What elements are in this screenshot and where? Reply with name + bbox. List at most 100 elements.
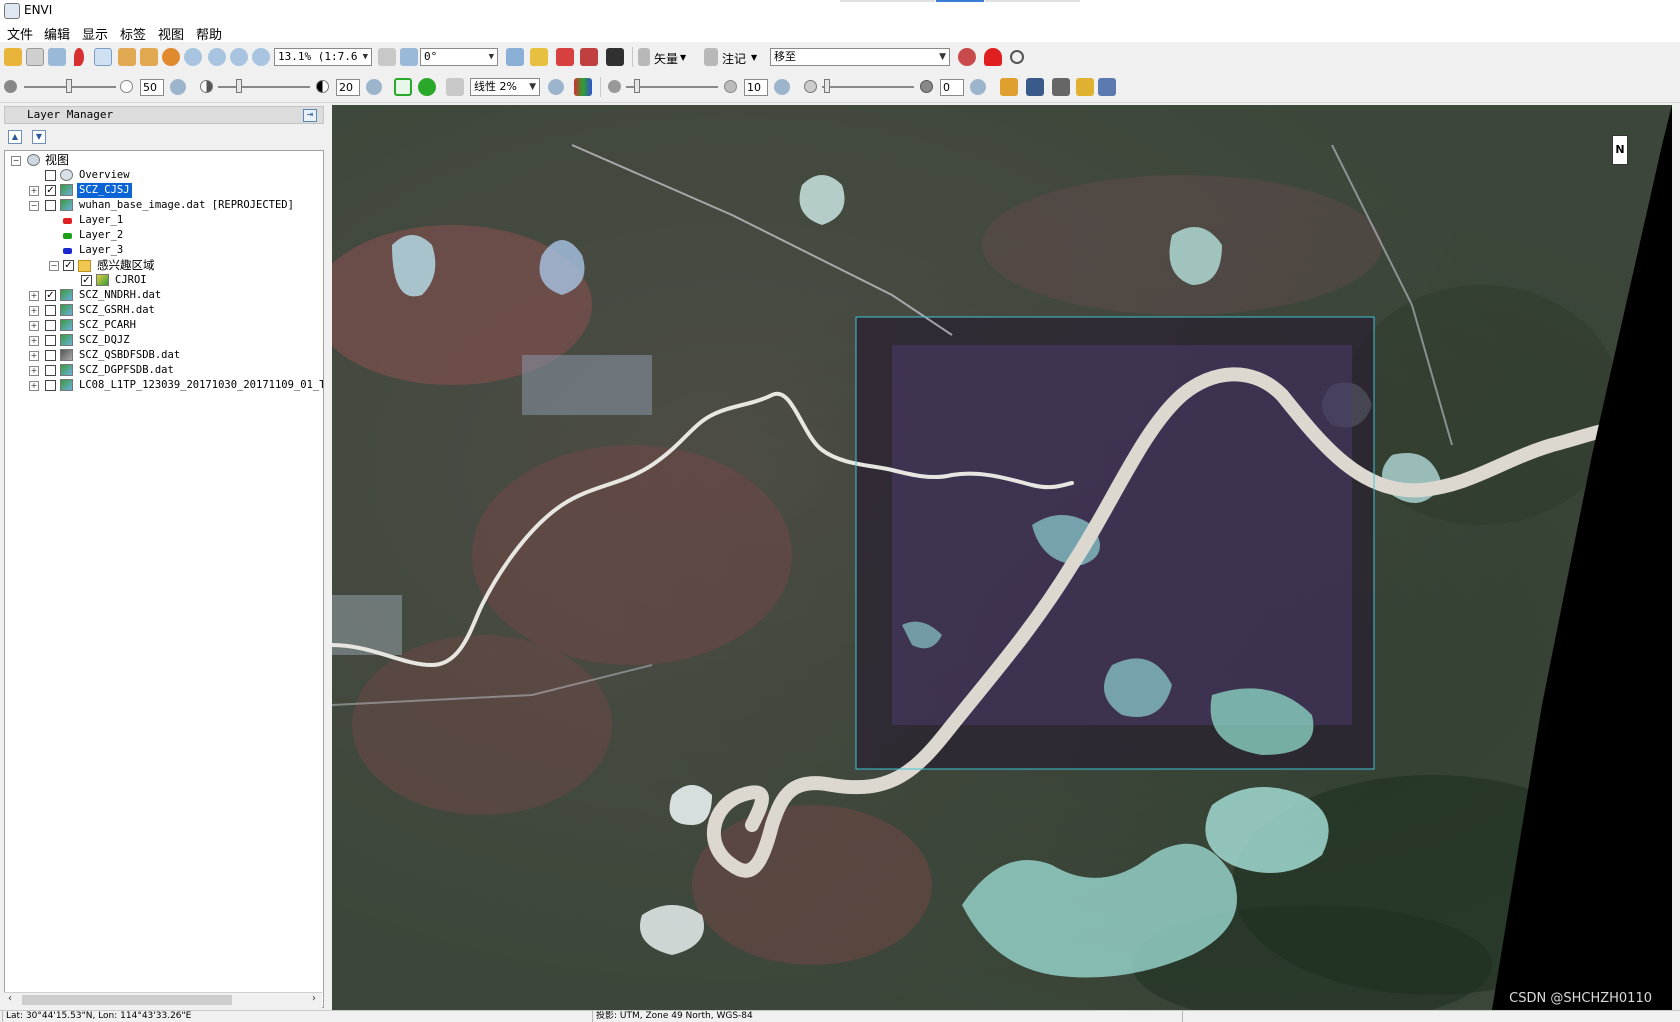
band-item-layer-1[interactable]: Layer_1 — [5, 213, 323, 228]
expand-icon[interactable]: + — [29, 291, 39, 301]
contrast-reset-icon[interactable] — [366, 79, 382, 95]
crop-icon[interactable] — [48, 48, 66, 66]
scz-cjsj-checkbox[interactable]: ✓ — [45, 185, 56, 196]
menu-view[interactable]: 视图 — [158, 24, 184, 43]
layer-item-scz-dgpfsdb[interactable]: + SCZ_DGPFSDB.dat — [5, 363, 323, 378]
display-layout-icon[interactable] — [1052, 78, 1070, 96]
rotate-view-icon[interactable] — [400, 48, 418, 66]
rotation-combo[interactable]: 0° ▼ — [420, 48, 498, 66]
annotation-dropdown-arrow[interactable]: ▼ — [751, 53, 757, 62]
annotation-icon[interactable] — [704, 48, 718, 66]
scz-pcarh-checkbox[interactable] — [45, 320, 56, 331]
scz-dqjz-checkbox[interactable] — [45, 335, 56, 346]
cursor-value-icon[interactable] — [506, 48, 524, 66]
transparency-slider-thumb[interactable] — [824, 79, 830, 93]
zoom-in-icon[interactable] — [208, 48, 226, 66]
expand-icon[interactable]: + — [29, 321, 39, 331]
layer-item-roi-group[interactable]: − ✓ 感兴趣区域 — [5, 258, 323, 273]
brightness-reset-icon[interactable] — [170, 79, 186, 95]
goto-combo[interactable]: 移至 ▼ — [770, 48, 950, 66]
vector-menu-label[interactable]: 矢量 — [654, 50, 678, 67]
zoom-full-icon[interactable] — [252, 48, 270, 66]
move-layer-down-icon[interactable]: ▼ — [32, 130, 46, 144]
contrast-slider-thumb[interactable] — [236, 79, 242, 93]
overview-checkbox[interactable] — [45, 170, 56, 181]
sharpen-reset-icon[interactable] — [774, 79, 790, 95]
annotation-menu-label[interactable]: 注记 — [722, 50, 746, 67]
measure-icon[interactable] — [556, 48, 574, 66]
band-item-layer-3[interactable]: Layer_3 — [5, 243, 323, 258]
layer-item-overview[interactable]: Overview — [5, 168, 323, 183]
transparency-reset-icon[interactable] — [970, 79, 986, 95]
layer-item-cjroi[interactable]: ✓ CJROI — [5, 273, 323, 288]
pan-hand-icon[interactable] — [118, 48, 136, 66]
layer-item-scz-gsrh[interactable]: + SCZ_GSRH.dat — [5, 303, 323, 318]
zoom-icon[interactable] — [184, 48, 202, 66]
globe-icon[interactable] — [958, 48, 976, 66]
stretch-type-combo[interactable]: 线性 2% ▼ — [470, 78, 540, 96]
expand-icon[interactable]: + — [29, 351, 39, 361]
stretch-full-icon[interactable] — [418, 78, 436, 96]
stretch-view-icon[interactable] — [446, 78, 464, 96]
menu-display[interactable]: 显示 — [82, 24, 108, 43]
zoom-level-combo[interactable]: 13.1% (1:7.6 ▼ — [274, 48, 372, 66]
transparency-value-field[interactable]: 0 — [940, 79, 964, 96]
pin-panel-icon[interactable]: ⇥ — [303, 109, 317, 122]
collapse-icon[interactable]: − — [11, 156, 21, 166]
layer-item-scz-cjsj[interactable]: + ✓ SCZ_CJSJ — [5, 183, 323, 198]
expand-icon[interactable]: + — [29, 381, 39, 391]
zoom-out-icon[interactable] — [230, 48, 248, 66]
menu-edit[interactable]: 编辑 — [44, 24, 70, 43]
expand-icon[interactable]: + — [29, 186, 39, 196]
scroll-left-icon[interactable]: ‹ — [8, 993, 12, 1004]
portal-icon[interactable] — [1098, 78, 1116, 96]
map-view[interactable]: N CSDN @SHCHZH0110 — [332, 105, 1672, 1010]
scz-dgpfsdb-checkbox[interactable] — [45, 365, 56, 376]
fly-icon[interactable] — [140, 48, 158, 66]
image-view-icon[interactable] — [1026, 78, 1044, 96]
contrast-slider-track[interactable] — [218, 86, 310, 88]
expand-icon[interactable]: + — [29, 336, 39, 346]
scz-qsbdfsdb-checkbox[interactable] — [45, 350, 56, 361]
expand-icon[interactable]: + — [29, 366, 39, 376]
brightness-value-field[interactable]: 50 — [140, 79, 164, 96]
a-icon[interactable] — [984, 48, 1002, 66]
roi-group-checkbox[interactable]: ✓ — [63, 260, 74, 271]
transparency-slider-track[interactable] — [822, 86, 914, 88]
menu-label[interactable]: 标签 — [120, 24, 146, 43]
layer-item-scz-pcarh[interactable]: + SCZ_PCARH — [5, 318, 323, 333]
search-icon[interactable] — [1010, 50, 1024, 64]
layer-item-scz-dqjz[interactable]: + SCZ_DQJZ — [5, 333, 323, 348]
crosshair-icon[interactable] — [606, 48, 624, 66]
tree-root-view[interactable]: − 视图 — [5, 153, 323, 168]
rotate-icon[interactable] — [162, 48, 180, 66]
link-views-icon[interactable] — [1076, 78, 1094, 96]
stretch-reset-icon[interactable] — [548, 79, 564, 95]
select-arrow-icon[interactable] — [94, 48, 112, 66]
spectral-profile-icon[interactable] — [530, 48, 548, 66]
scz-nndrh-checkbox[interactable]: ✓ — [45, 290, 56, 301]
stretch-roi-icon[interactable] — [394, 78, 412, 96]
move-layer-up-icon[interactable]: ▲ — [8, 130, 22, 144]
band-item-layer-2[interactable]: Layer_2 — [5, 228, 323, 243]
brightness-slider-thumb[interactable] — [66, 79, 72, 93]
location-pin-icon[interactable] — [74, 48, 84, 66]
lc08-checkbox[interactable] — [45, 380, 56, 391]
scz-gsrh-checkbox[interactable] — [45, 305, 56, 316]
layer-tree-hscrollbar[interactable]: ‹ › — [4, 992, 322, 1008]
expand-icon[interactable]: + — [29, 306, 39, 316]
layer-item-wuhan-base[interactable]: − wuhan_base_image.dat [REPROJECTED] — [5, 198, 323, 213]
color-table-icon[interactable] — [574, 78, 592, 96]
vector-icon[interactable] — [638, 48, 650, 66]
sharpen-value-field[interactable]: 10 — [744, 79, 768, 96]
clipboard-icon[interactable] — [26, 48, 44, 66]
histogram-icon[interactable] — [1000, 78, 1018, 96]
scrollbar-thumb[interactable] — [22, 995, 232, 1005]
scroll-right-icon[interactable]: › — [312, 993, 316, 1004]
sharpen-slider-thumb[interactable] — [634, 79, 640, 93]
roi-tool-icon[interactable] — [580, 48, 598, 66]
open-folder-icon[interactable] — [4, 48, 22, 66]
layer-item-scz-qsbdfsdb[interactable]: + SCZ_QSBDFSDB.dat — [5, 348, 323, 363]
wuhan-base-checkbox[interactable] — [45, 200, 56, 211]
menu-file[interactable]: 文件 — [7, 24, 33, 43]
